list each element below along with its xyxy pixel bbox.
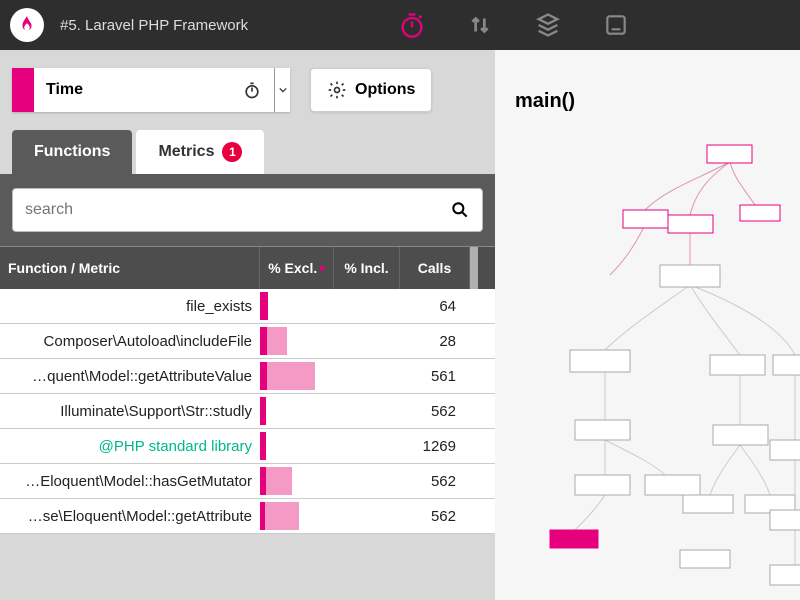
table-header: Function / Metric % Excl.▾ % Incl. Calls	[0, 247, 495, 289]
call-graph-panel[interactable]: main()	[495, 50, 800, 600]
cell-excl-bar	[260, 432, 334, 460]
cell-calls: 561	[400, 368, 470, 385]
table-row[interactable]: @PHP standard library 1269	[0, 429, 495, 464]
search-box	[12, 188, 483, 232]
panel-icon[interactable]	[602, 11, 630, 39]
stopwatch-icon	[242, 80, 262, 100]
functions-table: Function / Metric % Excl.▾ % Incl. Calls…	[0, 246, 495, 600]
cell-name: …quent\Model::getAttributeValue	[0, 368, 260, 385]
dimension-label: Time	[46, 81, 83, 99]
cell-excl-bar	[260, 327, 334, 355]
cell-name: …se\Eloquent\Model::getAttribute	[0, 508, 260, 525]
layers-icon[interactable]	[534, 11, 562, 39]
dimension-color	[12, 68, 34, 112]
cell-excl-bar	[260, 362, 334, 390]
tab-metrics-label: Metrics	[158, 143, 214, 161]
cell-excl-bar	[260, 397, 334, 425]
col-calls[interactable]: Calls	[400, 247, 470, 289]
brand-logo[interactable]	[10, 8, 44, 42]
tab-functions[interactable]: Functions	[12, 130, 132, 174]
cell-name: file_exists	[0, 298, 260, 315]
cell-calls: 28	[400, 333, 470, 350]
table-row[interactable]: file_exists 64	[0, 289, 495, 324]
metrics-badge: 1	[222, 142, 242, 162]
timer-icon[interactable]	[398, 11, 426, 39]
col-incl[interactable]: % Incl.	[334, 247, 400, 289]
flame-icon	[16, 14, 38, 36]
options-label: Options	[355, 81, 415, 99]
table-row[interactable]: Illuminate\Support\Str::studly 562	[0, 394, 495, 429]
col-excl[interactable]: % Excl.▾	[260, 247, 334, 289]
dimension-select[interactable]: Time	[12, 68, 290, 112]
cell-calls: 562	[400, 508, 470, 525]
cell-excl-bar	[260, 467, 334, 495]
table-row[interactable]: Composer\Autoload\includeFile 28	[0, 324, 495, 359]
cell-calls: 64	[400, 298, 470, 315]
cell-name: …Eloquent\Model::hasGetMutator	[0, 473, 260, 490]
chevron-down-icon	[279, 86, 287, 94]
cell-name: Composer\Autoload\includeFile	[0, 333, 260, 350]
top-bar: #5. Laravel PHP Framework	[0, 0, 800, 50]
cell-name: @PHP standard library	[0, 438, 260, 455]
search-icon	[450, 200, 470, 220]
left-panel: Time Options Functions	[0, 50, 495, 600]
dimension-dropdown[interactable]	[274, 68, 290, 112]
call-graph	[495, 50, 800, 600]
page-title: #5. Laravel PHP Framework	[60, 17, 248, 34]
scrollbar[interactable]	[470, 247, 478, 289]
search-button[interactable]	[442, 192, 478, 228]
cell-excl-bar	[260, 502, 334, 530]
cell-excl-bar	[260, 292, 334, 320]
cell-name: Illuminate\Support\Str::studly	[0, 403, 260, 420]
gear-icon	[327, 80, 347, 100]
tab-functions-label: Functions	[34, 143, 110, 161]
options-button[interactable]: Options	[310, 68, 432, 112]
tab-metrics[interactable]: Metrics 1	[136, 130, 264, 174]
table-row[interactable]: …Eloquent\Model::hasGetMutator 562	[0, 464, 495, 499]
sort-icon[interactable]	[466, 11, 494, 39]
cell-calls: 562	[400, 473, 470, 490]
table-row[interactable]: …se\Eloquent\Model::getAttribute 562	[0, 499, 495, 534]
search-input[interactable]	[25, 201, 442, 219]
sort-desc-icon: ▾	[319, 262, 325, 275]
col-name[interactable]: Function / Metric	[0, 247, 260, 289]
table-row[interactable]: …quent\Model::getAttributeValue 561	[0, 359, 495, 394]
cell-calls: 562	[400, 403, 470, 420]
cell-calls: 1269	[400, 438, 470, 455]
